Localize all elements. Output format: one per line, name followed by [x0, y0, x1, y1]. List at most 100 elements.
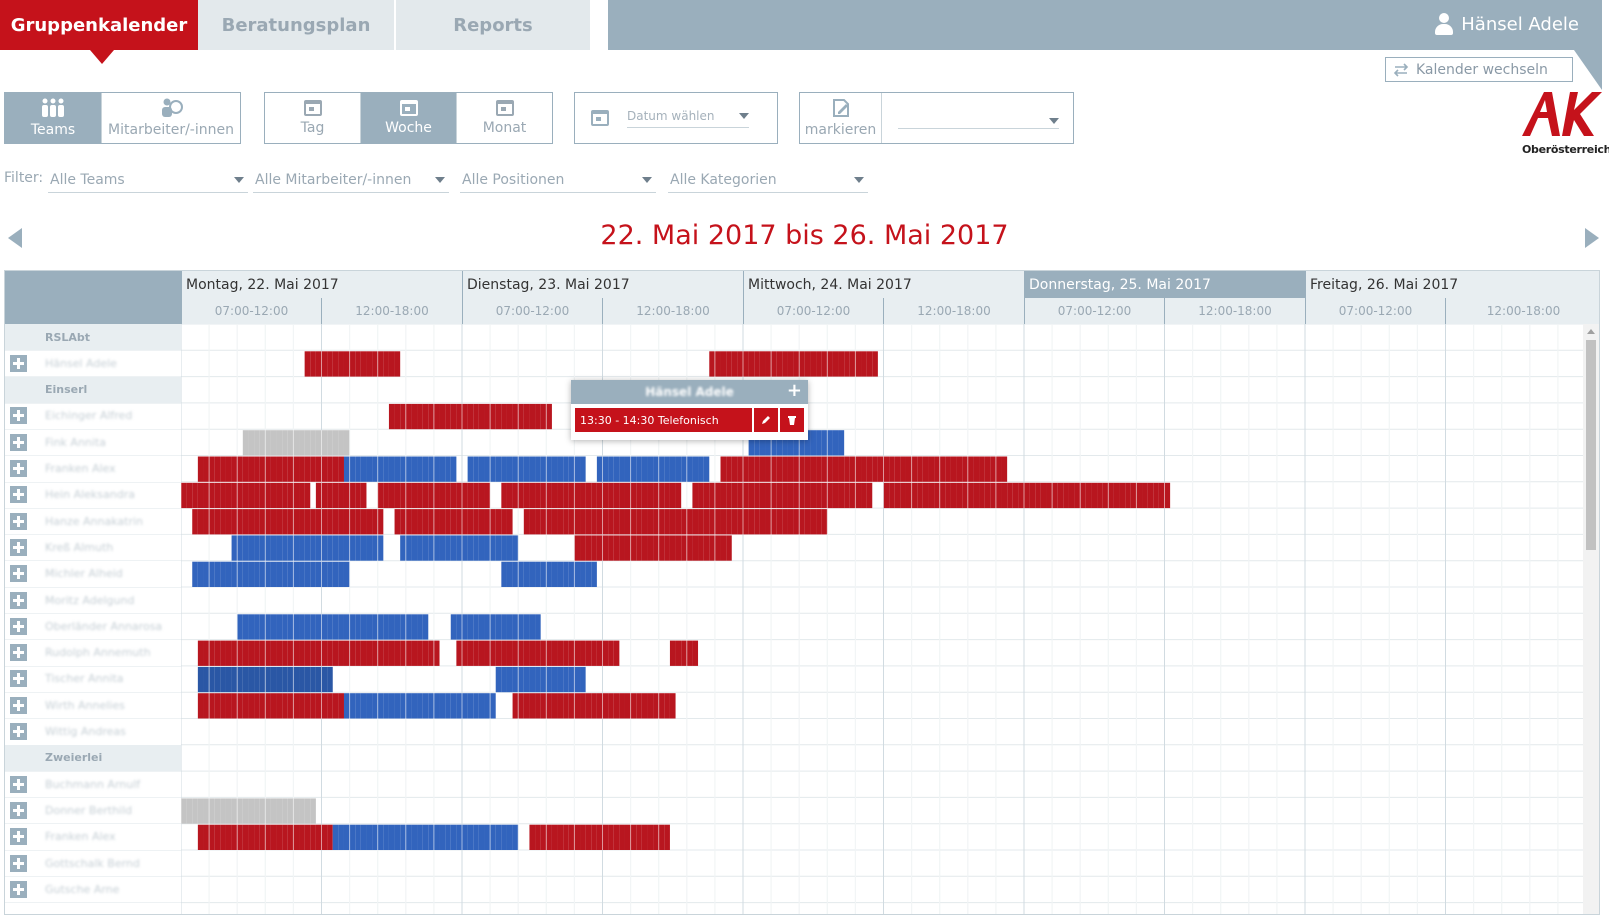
appointment-cell[interactable]	[433, 403, 440, 430]
appointment-cell[interactable]	[417, 640, 423, 666]
appointment-cell[interactable]	[181, 482, 187, 509]
appointment-cell[interactable]	[428, 640, 434, 666]
appointment-cell[interactable]	[484, 693, 491, 719]
appointment-cell[interactable]	[428, 482, 434, 509]
appointment-cell[interactable]	[1040, 482, 1047, 509]
appointment-cell[interactable]	[495, 666, 502, 693]
next-week-arrow[interactable]	[1585, 228, 1599, 248]
appointment-cell[interactable]	[647, 456, 654, 482]
appointment-cell[interactable]	[501, 561, 507, 587]
appointment-cell[interactable]	[372, 640, 378, 666]
appointment-cell[interactable]	[315, 535, 322, 561]
appointment-cell[interactable]	[270, 561, 277, 587]
appointment-cell[interactable]	[585, 640, 592, 666]
appointment-cell[interactable]	[585, 509, 592, 535]
appointment-cell[interactable]	[557, 456, 564, 482]
appointment-cell[interactable]	[220, 561, 226, 587]
appointment-cell[interactable]	[692, 482, 699, 509]
appointment-cell[interactable]	[299, 430, 305, 456]
appointment-cell[interactable]	[681, 535, 687, 561]
appointment-cell[interactable]	[366, 824, 373, 850]
appointment-cell[interactable]	[883, 456, 890, 482]
appointment-cell[interactable]	[377, 614, 384, 640]
appointment-cell[interactable]	[394, 693, 401, 719]
appointment-cell[interactable]	[602, 509, 609, 535]
appointment-cell[interactable]	[832, 482, 839, 509]
appointment-cell[interactable]	[394, 509, 401, 535]
appointment-cell[interactable]	[557, 666, 564, 693]
appointment-cell[interactable]	[1102, 482, 1109, 509]
appointment-cell[interactable]	[428, 403, 434, 430]
appointment-cell[interactable]	[574, 535, 581, 561]
appointment-cell[interactable]	[270, 456, 277, 482]
appointment-cell[interactable]	[462, 640, 468, 666]
appointment-cell[interactable]	[192, 509, 198, 535]
appointment-cell[interactable]	[422, 509, 429, 535]
appointment-cell[interactable]	[490, 693, 496, 719]
edit-button[interactable]	[754, 408, 778, 432]
appointment-cell[interactable]	[950, 456, 957, 482]
appointment-cell[interactable]	[299, 666, 305, 693]
appointment-cell[interactable]	[714, 535, 721, 561]
teams-button[interactable]: Teams	[5, 93, 102, 143]
appointment-cell[interactable]	[332, 430, 339, 456]
staff-row[interactable]: Donner Berthild	[5, 797, 181, 825]
expand-plus-icon[interactable]	[10, 644, 27, 662]
appointment-cell[interactable]	[939, 456, 946, 482]
appointment-cell[interactable]	[225, 666, 232, 693]
appointment-cell[interactable]	[478, 482, 485, 509]
appointment-cell[interactable]	[535, 824, 541, 850]
appointment-cell[interactable]	[484, 535, 491, 561]
appointment-cell[interactable]	[709, 351, 715, 377]
appointment-cell[interactable]	[506, 482, 513, 509]
appointment-cell[interactable]	[669, 509, 676, 535]
switch-calendar-button[interactable]: Kalender wechseln	[1385, 57, 1573, 82]
appointment-cell[interactable]	[417, 693, 423, 719]
appointment-cell[interactable]	[293, 666, 300, 693]
appointment-cell[interactable]	[467, 456, 474, 482]
appointment-cell[interactable]	[832, 430, 839, 456]
appointment-cell[interactable]	[456, 482, 462, 509]
appointment-cell[interactable]	[506, 614, 513, 640]
appointment-cell[interactable]	[445, 403, 451, 430]
appointment-cell[interactable]	[377, 482, 384, 509]
appointment-cell[interactable]	[585, 535, 592, 561]
appointment-cell[interactable]	[197, 561, 204, 587]
appointment-cell[interactable]	[270, 798, 277, 824]
appointment-cell[interactable]	[248, 430, 255, 456]
appointment-cell[interactable]	[254, 482, 260, 509]
appointment-cell[interactable]	[473, 640, 479, 666]
appointment-cell[interactable]	[372, 693, 378, 719]
appointment-cell[interactable]	[731, 351, 738, 377]
appointment-cell[interactable]	[214, 482, 221, 509]
appointment-cell[interactable]	[315, 640, 322, 666]
appointment-cell[interactable]	[832, 351, 839, 377]
appointment-cell[interactable]	[321, 666, 328, 693]
appointment-cell[interactable]	[889, 456, 895, 482]
appointment-cell[interactable]	[529, 614, 536, 640]
appointment-cell[interactable]	[743, 482, 749, 509]
appointment-cell[interactable]	[877, 456, 884, 482]
appointment-cell[interactable]	[293, 824, 300, 850]
appointment-cell[interactable]	[254, 561, 260, 587]
appointment-cell[interactable]	[439, 403, 446, 430]
appointment-cell[interactable]	[349, 824, 356, 850]
appointment-cell[interactable]	[467, 693, 474, 719]
appointment-cell[interactable]	[962, 482, 968, 509]
appointment-cell[interactable]	[343, 824, 350, 850]
appointment-cell[interactable]	[973, 456, 980, 482]
appointment-cell[interactable]	[411, 535, 418, 561]
appointment-cell[interactable]	[467, 482, 474, 509]
appointment-cell[interactable]	[394, 640, 401, 666]
appointment-cell[interactable]	[282, 509, 288, 535]
appointment-cell[interactable]	[563, 561, 569, 587]
appointment-cell[interactable]	[624, 693, 631, 719]
appointment-cell[interactable]	[495, 535, 502, 561]
appointment-cell[interactable]	[411, 640, 418, 666]
appointment-cell[interactable]	[203, 824, 210, 850]
appointment-cell[interactable]	[636, 482, 642, 509]
appointment-cell[interactable]	[664, 456, 670, 482]
staff-row[interactable]: Hein Aleksandra	[5, 482, 181, 509]
appointment-cell[interactable]	[675, 535, 682, 561]
appointment-cell[interactable]	[315, 614, 322, 640]
